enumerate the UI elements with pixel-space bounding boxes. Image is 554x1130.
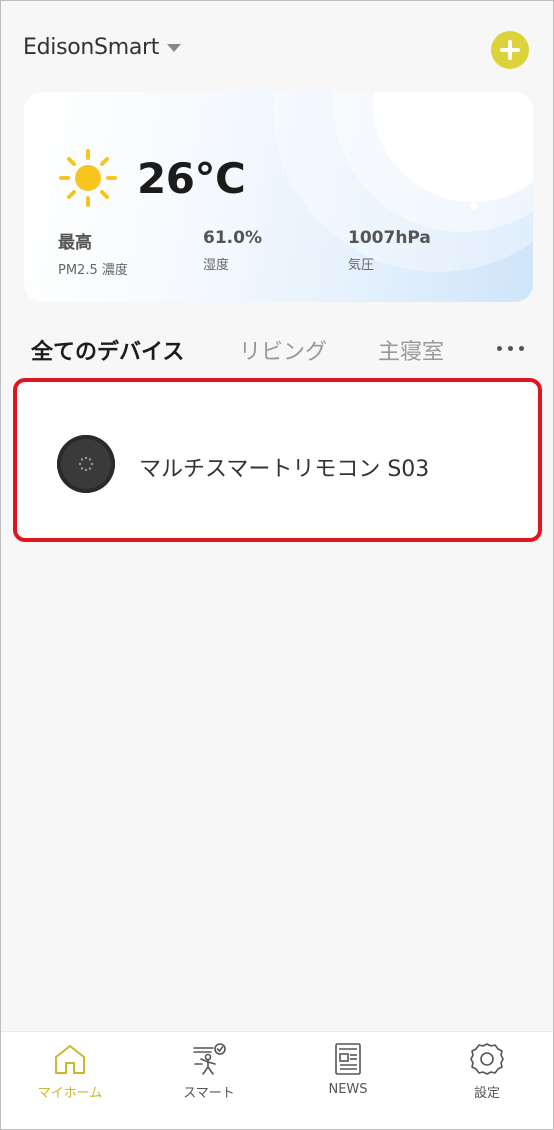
tab-all-devices[interactable]: 全てのデバイス <box>31 334 184 366</box>
stat-value: 61.0% <box>203 228 262 248</box>
news-icon <box>335 1043 361 1075</box>
plus-circle-icon[interactable] <box>491 31 529 69</box>
stat-value: 最高 <box>58 233 92 253</box>
remote-hub-icon <box>57 435 115 493</box>
tab-master-bedroom[interactable]: 主寝室 <box>378 334 444 366</box>
device-name: マルチスマートリモコン S03 <box>139 457 430 482</box>
stat-pressure: 1007hPa 気圧 <box>348 228 431 273</box>
caret-down-icon <box>167 43 182 52</box>
stat-pm25: 最高 PM2.5 濃度 <box>58 228 128 278</box>
stat-value: 1007hPa <box>348 228 431 248</box>
bottom-nav: マイホーム スマート NEWS 設定 <box>1 1031 553 1129</box>
star-decoration <box>470 202 478 210</box>
header: EdisonSmart <box>23 31 529 71</box>
stat-label: 気圧 <box>348 258 375 273</box>
nav-label: スマート <box>183 1086 235 1101</box>
tab-living[interactable]: リビング <box>239 334 327 366</box>
more-dots-icon[interactable] <box>497 346 525 354</box>
nav-label: マイホーム <box>37 1086 103 1101</box>
device-card[interactable]: マルチスマートリモコン S03 <box>16 381 539 539</box>
smart-scene-icon <box>193 1043 226 1075</box>
stat-label: 湿度 <box>203 258 230 273</box>
home-name: EdisonSmart <box>23 35 160 60</box>
nav-settings[interactable]: 設定 <box>437 1042 537 1101</box>
nav-smart[interactable]: スマート <box>159 1042 259 1101</box>
weather-card[interactable]: 26°C 最高 PM2.5 濃度 61.0% 湿度 1007hPa 気圧 <box>24 92 533 302</box>
home-icon <box>55 1045 85 1074</box>
nav-my-home[interactable]: マイホーム <box>20 1042 120 1101</box>
nav-label: NEWS <box>328 1082 368 1097</box>
nav-news[interactable]: NEWS <box>298 1042 398 1097</box>
app-screen: EdisonSmart 26°C 最高 PM2.5 濃度 61.0% 湿度 10… <box>0 0 554 1130</box>
room-tabs: 全てのデバイス リビング 主寝室 <box>31 334 525 366</box>
temperature: 26°C <box>137 154 246 203</box>
nav-label: 設定 <box>473 1086 500 1101</box>
stat-humidity: 61.0% 湿度 <box>203 228 262 273</box>
stat-label: PM2.5 濃度 <box>58 263 128 278</box>
sun-icon <box>59 149 117 207</box>
home-selector[interactable]: EdisonSmart <box>23 35 182 60</box>
gear-icon <box>470 1043 504 1075</box>
